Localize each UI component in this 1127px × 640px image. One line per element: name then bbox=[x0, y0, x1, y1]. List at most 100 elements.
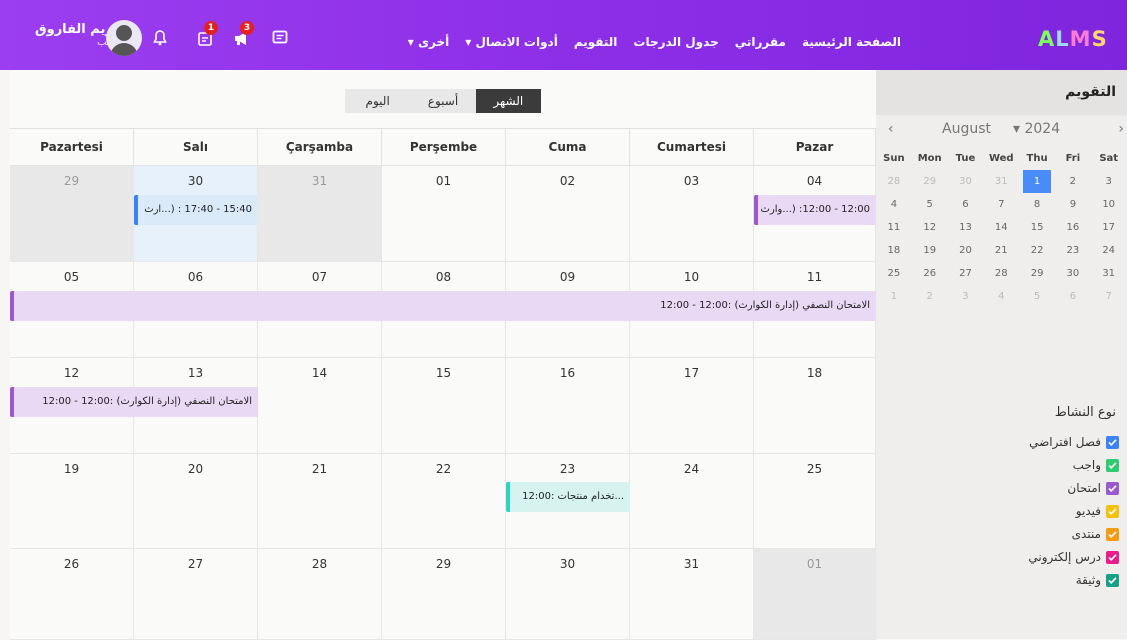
mini-day[interactable]: 31 bbox=[983, 170, 1019, 193]
nav-grades[interactable]: جدول الدرجات bbox=[633, 35, 718, 49]
mini-day[interactable]: 14 bbox=[983, 216, 1019, 239]
mini-day[interactable]: 31 bbox=[1091, 262, 1127, 285]
day-cell[interactable]: 15 bbox=[382, 358, 506, 454]
mini-day[interactable]: 30 bbox=[1055, 262, 1091, 285]
checkbox-icon[interactable] bbox=[1106, 481, 1119, 495]
messages-icon[interactable] bbox=[270, 28, 290, 48]
mini-day[interactable]: 29 bbox=[1019, 262, 1055, 285]
nav-other[interactable]: أخرى ▾ bbox=[408, 35, 449, 49]
mini-day[interactable]: 3 bbox=[948, 285, 984, 308]
legend-forum[interactable]: منتدى bbox=[1072, 525, 1119, 543]
nav-calendar[interactable]: التقويم bbox=[574, 35, 618, 49]
day-cell[interactable]: 02 bbox=[506, 166, 630, 262]
mini-day[interactable]: 28 bbox=[876, 170, 912, 193]
mini-day[interactable]: 25 bbox=[876, 262, 912, 285]
nav-my-courses[interactable]: مقرراتي bbox=[735, 35, 786, 49]
calendar-event[interactable]: 12:00 - 12:00: (...وارث bbox=[754, 195, 876, 225]
avatar[interactable] bbox=[106, 20, 142, 56]
mini-day[interactable]: 30 bbox=[948, 170, 984, 193]
checkbox-icon[interactable] bbox=[1106, 550, 1119, 564]
mini-day[interactable]: 24 bbox=[1091, 239, 1127, 262]
day-cell[interactable]: 03 bbox=[630, 166, 754, 262]
day-cell[interactable]: 18 bbox=[754, 358, 876, 454]
mini-day[interactable]: 4 bbox=[876, 193, 912, 216]
mini-day[interactable]: 15 bbox=[1019, 216, 1055, 239]
mini-day[interactable]: 8 bbox=[1019, 193, 1055, 216]
mini-day[interactable]: 9 bbox=[1055, 193, 1091, 216]
mini-day[interactable]: 6 bbox=[948, 193, 984, 216]
legend-video[interactable]: فيديو bbox=[1076, 502, 1119, 520]
mini-day[interactable]: 2 bbox=[912, 285, 948, 308]
day-cell[interactable]: 22 bbox=[382, 454, 506, 549]
mini-day[interactable]: 20 bbox=[948, 239, 984, 262]
day-cell[interactable]: 16 bbox=[506, 358, 630, 454]
day-cell[interactable]: 24 bbox=[630, 454, 754, 549]
day-cell[interactable]: 14 bbox=[258, 358, 382, 454]
day-cell[interactable]: 31 bbox=[630, 549, 754, 640]
assignments-icon[interactable]: 1 bbox=[195, 21, 218, 48]
mini-day[interactable]: 22 bbox=[1019, 239, 1055, 262]
checkbox-icon[interactable] bbox=[1106, 573, 1119, 587]
day-cell[interactable]: 21 bbox=[258, 454, 382, 549]
mini-day[interactable]: 21 bbox=[983, 239, 1019, 262]
mini-year-select[interactable]: ▾ 2024 bbox=[1013, 121, 1060, 137]
day-cell[interactable]: 28 bbox=[258, 549, 382, 640]
mini-day[interactable]: 1 bbox=[1023, 170, 1052, 193]
mini-month[interactable]: August bbox=[942, 121, 991, 137]
legend-assignment[interactable]: واجب bbox=[1073, 456, 1119, 474]
day-cell[interactable]: 29 bbox=[10, 166, 134, 262]
mini-day[interactable]: 10 bbox=[1091, 193, 1127, 216]
calendar-event[interactable]: الامتحان النصفي (إدارة الكوارث) :12:00 -… bbox=[10, 291, 876, 321]
mini-day[interactable]: 17 bbox=[1091, 216, 1127, 239]
day-cell[interactable]: 30 bbox=[506, 549, 630, 640]
nav-home[interactable]: الصفحة الرئيسية bbox=[802, 35, 901, 49]
day-cell[interactable]: 26 bbox=[10, 549, 134, 640]
mini-day[interactable]: 29 bbox=[912, 170, 948, 193]
nav-communication-tools[interactable]: أدوات الاتصال ▾ bbox=[465, 35, 558, 49]
day-cell[interactable]: 17 bbox=[630, 358, 754, 454]
day-cell[interactable]: 19 bbox=[10, 454, 134, 549]
day-cell[interactable]: 01 bbox=[382, 166, 506, 262]
mini-day[interactable]: 2 bbox=[1055, 170, 1091, 193]
checkbox-icon[interactable] bbox=[1106, 435, 1119, 449]
logo[interactable]: ALMS bbox=[1038, 27, 1108, 51]
mini-day[interactable]: 12 bbox=[912, 216, 948, 239]
mini-day[interactable]: 7 bbox=[1091, 285, 1127, 308]
day-cell[interactable]: 31 bbox=[258, 166, 382, 262]
day-cell[interactable]: 25 bbox=[754, 454, 876, 549]
mini-day[interactable]: 5 bbox=[912, 193, 948, 216]
checkbox-icon[interactable] bbox=[1106, 527, 1119, 541]
calendar-event[interactable]: ...تخدام منتجات :12:00 bbox=[506, 482, 630, 512]
mini-day[interactable]: 3 bbox=[1091, 170, 1127, 193]
mini-day[interactable]: 26 bbox=[912, 262, 948, 285]
mini-day[interactable]: 16 bbox=[1055, 216, 1091, 239]
bell-icon[interactable] bbox=[150, 28, 170, 48]
legend-exam[interactable]: امتحان bbox=[1067, 479, 1119, 497]
view-week-button[interactable]: أسبوع bbox=[410, 89, 475, 113]
view-day-button[interactable]: اليوم bbox=[345, 89, 410, 113]
mini-day[interactable]: 27 bbox=[948, 262, 984, 285]
legend-virtual-class[interactable]: فصل افتراضي bbox=[1029, 433, 1119, 451]
mini-day[interactable]: 5 bbox=[1019, 285, 1055, 308]
day-cell[interactable]: 29 bbox=[382, 549, 506, 640]
megaphone-icon[interactable]: 3 bbox=[231, 21, 254, 48]
day-cell[interactable]: 27 bbox=[134, 549, 258, 640]
mini-day[interactable]: 6 bbox=[1055, 285, 1091, 308]
mini-day[interactable]: 13 bbox=[948, 216, 984, 239]
mini-day[interactable]: 7 bbox=[983, 193, 1019, 216]
day-cell[interactable]: 01 bbox=[754, 549, 876, 640]
calendar-event[interactable]: الامتحان النصفي (إدارة الكوارث) :12:00 -… bbox=[10, 387, 258, 417]
legend-document[interactable]: وثيقة bbox=[1076, 571, 1119, 589]
legend-elesson[interactable]: درس إلكتروني bbox=[1028, 548, 1119, 566]
mini-day[interactable]: 4 bbox=[983, 285, 1019, 308]
prev-month-icon[interactable]: ‹ bbox=[888, 121, 894, 137]
checkbox-icon[interactable] bbox=[1106, 458, 1119, 472]
view-month-button[interactable]: الشهر bbox=[475, 89, 541, 113]
next-month-icon[interactable]: › bbox=[1118, 121, 1124, 137]
mini-day[interactable]: 1 bbox=[876, 285, 912, 308]
day-cell[interactable]: 20 bbox=[134, 454, 258, 549]
mini-day[interactable]: 28 bbox=[983, 262, 1019, 285]
mini-day[interactable]: 11 bbox=[876, 216, 912, 239]
mini-day[interactable]: 19 bbox=[912, 239, 948, 262]
mini-day[interactable]: 18 bbox=[876, 239, 912, 262]
